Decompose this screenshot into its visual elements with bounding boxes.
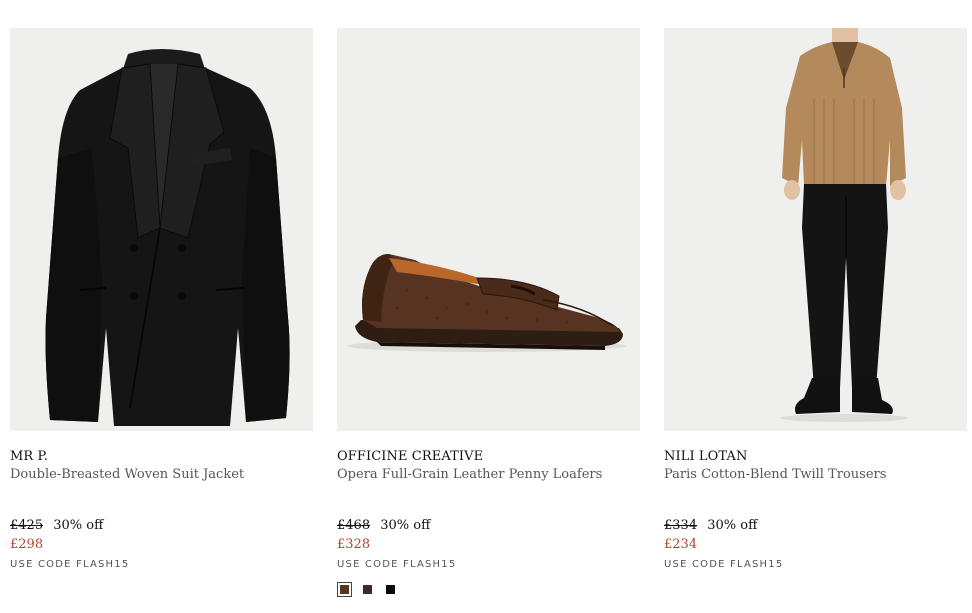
discount-label: 30% off (53, 518, 104, 533)
sale-price: £298 (10, 537, 44, 552)
loafer-illustration (337, 28, 640, 431)
product-name[interactable]: Opera Full-Grain Leather Penny Loafers (337, 467, 602, 482)
product-name[interactable]: Paris Cotton-Blend Twill Trousers (664, 467, 886, 482)
color-swatch-black[interactable] (383, 582, 398, 597)
model-trousers-illustration (664, 28, 967, 431)
product-brand[interactable]: NILI LOTAN (664, 449, 747, 464)
promo-code: USE CODE FLASH15 (664, 559, 784, 570)
product-brand[interactable]: OFFICINE CREATIVE (337, 449, 483, 464)
price-row: £334 30% off (664, 518, 757, 533)
promo-code: USE CODE FLASH15 (337, 559, 457, 570)
product-brand[interactable]: MR P. (10, 449, 48, 464)
color-swatch-brown[interactable] (337, 582, 352, 597)
price-row: £425 30% off (10, 518, 103, 533)
product-card[interactable]: MR P. Double-Breasted Woven Suit Jacket … (10, 0, 314, 613)
suit-jacket-illustration (10, 28, 313, 431)
discount-label: 30% off (380, 518, 431, 533)
promo-code: USE CODE FLASH15 (10, 559, 130, 570)
price-row: £468 30% off (337, 518, 430, 533)
product-image-twill-trousers[interactable] (664, 28, 967, 431)
product-card[interactable]: NILI LOTAN Paris Cotton-Blend Twill Trou… (664, 0, 968, 613)
sale-price: £234 (664, 537, 698, 552)
product-name[interactable]: Double-Breasted Woven Suit Jacket (10, 467, 244, 482)
product-card[interactable]: OFFICINE CREATIVE Opera Full-Grain Leath… (337, 0, 641, 613)
sale-price: £328 (337, 537, 371, 552)
color-swatches (337, 582, 398, 597)
color-swatch-dark-brown[interactable] (360, 582, 375, 597)
original-price: £425 (10, 518, 44, 533)
discount-label: 30% off (707, 518, 758, 533)
original-price: £468 (337, 518, 371, 533)
original-price: £334 (664, 518, 698, 533)
product-image-suit-jacket[interactable] (10, 28, 313, 431)
product-image-penny-loafers[interactable] (337, 28, 640, 431)
